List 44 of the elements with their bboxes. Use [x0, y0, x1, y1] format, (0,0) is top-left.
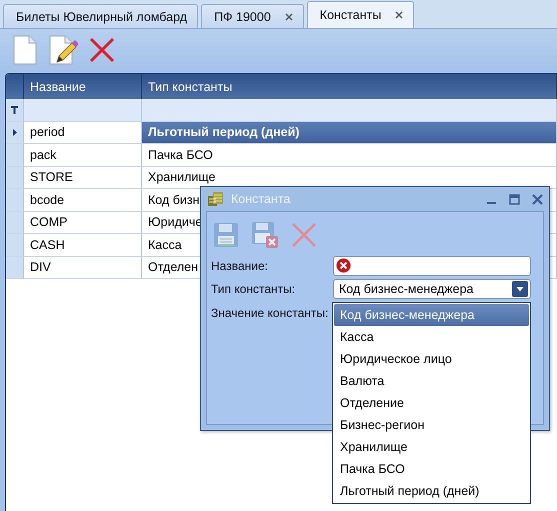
table-cell: Льготный период (дней) [142, 122, 557, 144]
table-cell: STORE [24, 166, 142, 189]
edit-document-icon[interactable] [48, 35, 78, 65]
name-field[interactable] [333, 256, 531, 276]
dropdown-option[interactable]: Бизнес-регион [334, 414, 529, 436]
close-icon[interactable] [395, 11, 404, 19]
table-cell: Пачка БСО [142, 144, 557, 166]
save-cancel-icon[interactable] [251, 221, 279, 249]
type-dropdown[interactable]: Код бизнес-менеджера [333, 279, 531, 300]
tab[interactable]: Константы [306, 1, 414, 28]
table-cell: DIV [24, 256, 142, 279]
dialog-title: Константа [231, 192, 292, 206]
stack-icon [207, 191, 225, 207]
field-label: Значение константы: [211, 306, 330, 320]
tab[interactable]: Билеты Ювелирный ломбард [3, 4, 198, 28]
filter-icon[interactable] [11, 106, 18, 114]
table-cell: CASH [24, 234, 142, 256]
dropdown-option[interactable]: Пачка БСО [334, 458, 529, 480]
maximize-icon[interactable] [509, 194, 520, 204]
field-label: Тип константы: [211, 282, 296, 296]
dropdown-option[interactable]: Льготный период (дней) [334, 480, 529, 502]
field-label: Название: [211, 258, 269, 273]
dropdown-option[interactable]: Хранилище [334, 436, 529, 458]
table-cell: pack [24, 144, 142, 166]
current-row-icon [12, 128, 16, 136]
table-cell: COMP [24, 212, 142, 234]
row-header[interactable] [6, 122, 24, 144]
new-document-icon[interactable] [12, 35, 38, 65]
delete-icon[interactable] [88, 36, 116, 64]
delete-icon[interactable] [291, 222, 317, 248]
dropdown-option[interactable]: Отделение [334, 392, 529, 414]
close-icon[interactable] [284, 12, 293, 20]
column-header[interactable]: Название [24, 74, 142, 99]
save-icon[interactable] [213, 222, 239, 248]
dropdown-option[interactable]: Юридическое лицо [334, 348, 529, 370]
close-icon[interactable] [532, 194, 543, 204]
dropdown-option[interactable]: Код бизнес-менеджера [334, 304, 529, 326]
dropdown-option[interactable]: Касса [334, 326, 529, 348]
filter-cell[interactable] [24, 99, 142, 122]
filter-cell[interactable] [142, 99, 557, 122]
table-cell: bcode [24, 189, 142, 212]
tab[interactable]: ПФ 19000 [201, 4, 304, 28]
column-header[interactable]: Тип константы [142, 74, 557, 99]
dropdown-option[interactable]: Валюта [334, 370, 529, 392]
